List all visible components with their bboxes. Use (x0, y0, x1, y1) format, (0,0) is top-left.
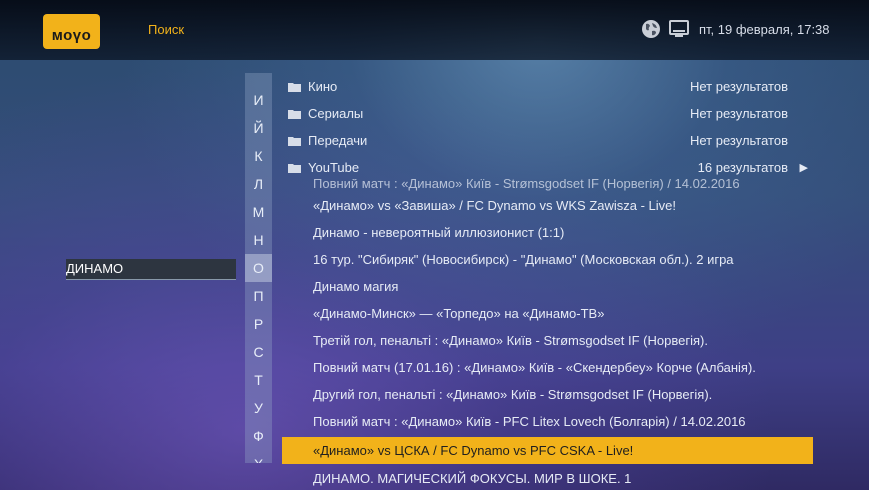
search-input[interactable]: ДИНАМО (66, 259, 236, 280)
letter-key[interactable]: Р (245, 310, 272, 338)
folder-icon (288, 164, 301, 173)
play-arrow-icon: ▶ (799, 162, 808, 174)
category-count: 16 результатов (697, 160, 788, 175)
letter-key[interactable]: С (245, 338, 272, 366)
category-kino[interactable]: Кино Нет результатов (288, 75, 808, 99)
letter-key-selected[interactable]: О (245, 254, 272, 282)
page-title: Поиск (148, 22, 185, 37)
category-count: Нет результатов (690, 106, 788, 121)
list-item-selected[interactable]: «Динамо» vs ЦСКА / FC Dynamo vs PFC CSKA… (282, 437, 813, 464)
tv-icon[interactable] (669, 20, 689, 38)
folder-icon (288, 110, 301, 119)
letter-key[interactable]: К (245, 142, 272, 170)
letter-keyboard[interactable]: И Й К Л М Н О П Р С Т У Ф Х (245, 73, 272, 463)
letter-key[interactable]: Л (245, 170, 272, 198)
letter-key[interactable]: Й (245, 114, 272, 142)
list-item[interactable]: Другий гол, пенальті : «Динамо» Київ - S… (282, 381, 813, 408)
results-list[interactable]: Повний матч : «Динамо» Київ - Strømsgods… (282, 179, 822, 490)
list-item[interactable]: Третій гол, пенальті : «Динамо» Київ - S… (282, 327, 813, 354)
category-peredachi[interactable]: Передачи Нет результатов (288, 129, 808, 153)
list-item[interactable]: ДИНАМО. МАГИЧЕСКИЙ ФОКУСЫ. МИР В ШОКЕ. 1 (282, 465, 813, 490)
category-youtube[interactable]: YouTube 16 результатов ▶ (288, 156, 808, 180)
category-label: YouTube (308, 160, 360, 175)
category-count: Нет результатов (690, 133, 788, 148)
folder-icon (288, 83, 301, 92)
letter-key[interactable]: М (245, 198, 272, 226)
letter-key[interactable]: Н (245, 226, 272, 254)
letter-key[interactable]: Х (245, 450, 272, 463)
globe-icon[interactable] (641, 19, 661, 39)
letter-key[interactable]: Т (245, 366, 272, 394)
letter-key[interactable]: П (245, 282, 272, 310)
letter-key[interactable]: И (245, 86, 272, 114)
list-item[interactable]: Динамо - невероятный иллюзионист (1:1) (282, 219, 813, 246)
letter-key[interactable]: Ф (245, 422, 272, 450)
movo-logo: моүо (43, 14, 100, 49)
list-item[interactable]: «Динамо» vs «Завиша» / FC Dynamo vs WKS … (282, 192, 813, 219)
list-item[interactable]: «Динамо-Минск» — «Торпедо» на «Динамо-ТВ… (282, 300, 813, 327)
top-bar: моүо Поиск пт, 19 февраля, 17:38 (0, 0, 869, 60)
category-label: Передачи (308, 133, 368, 148)
category-count: Нет результатов (690, 79, 788, 94)
folder-icon (288, 137, 301, 146)
datetime-label: пт, 19 февраля, 17:38 (699, 22, 830, 37)
category-label: Сериалы (308, 106, 364, 121)
list-item[interactable]: Динамо магия (282, 273, 813, 300)
category-label: Кино (308, 79, 338, 94)
list-item[interactable]: Повний матч : «Динамо» Київ - PFC Litex … (282, 408, 813, 435)
list-item[interactable]: 16 тур. "Сибиряк" (Новосибирск) - "Динам… (282, 246, 813, 273)
list-item[interactable]: Повний матч (17.01.16) : «Динамо» Київ -… (282, 354, 813, 381)
category-serialy[interactable]: Сериалы Нет результатов (288, 102, 808, 126)
letter-key[interactable]: У (245, 394, 272, 422)
